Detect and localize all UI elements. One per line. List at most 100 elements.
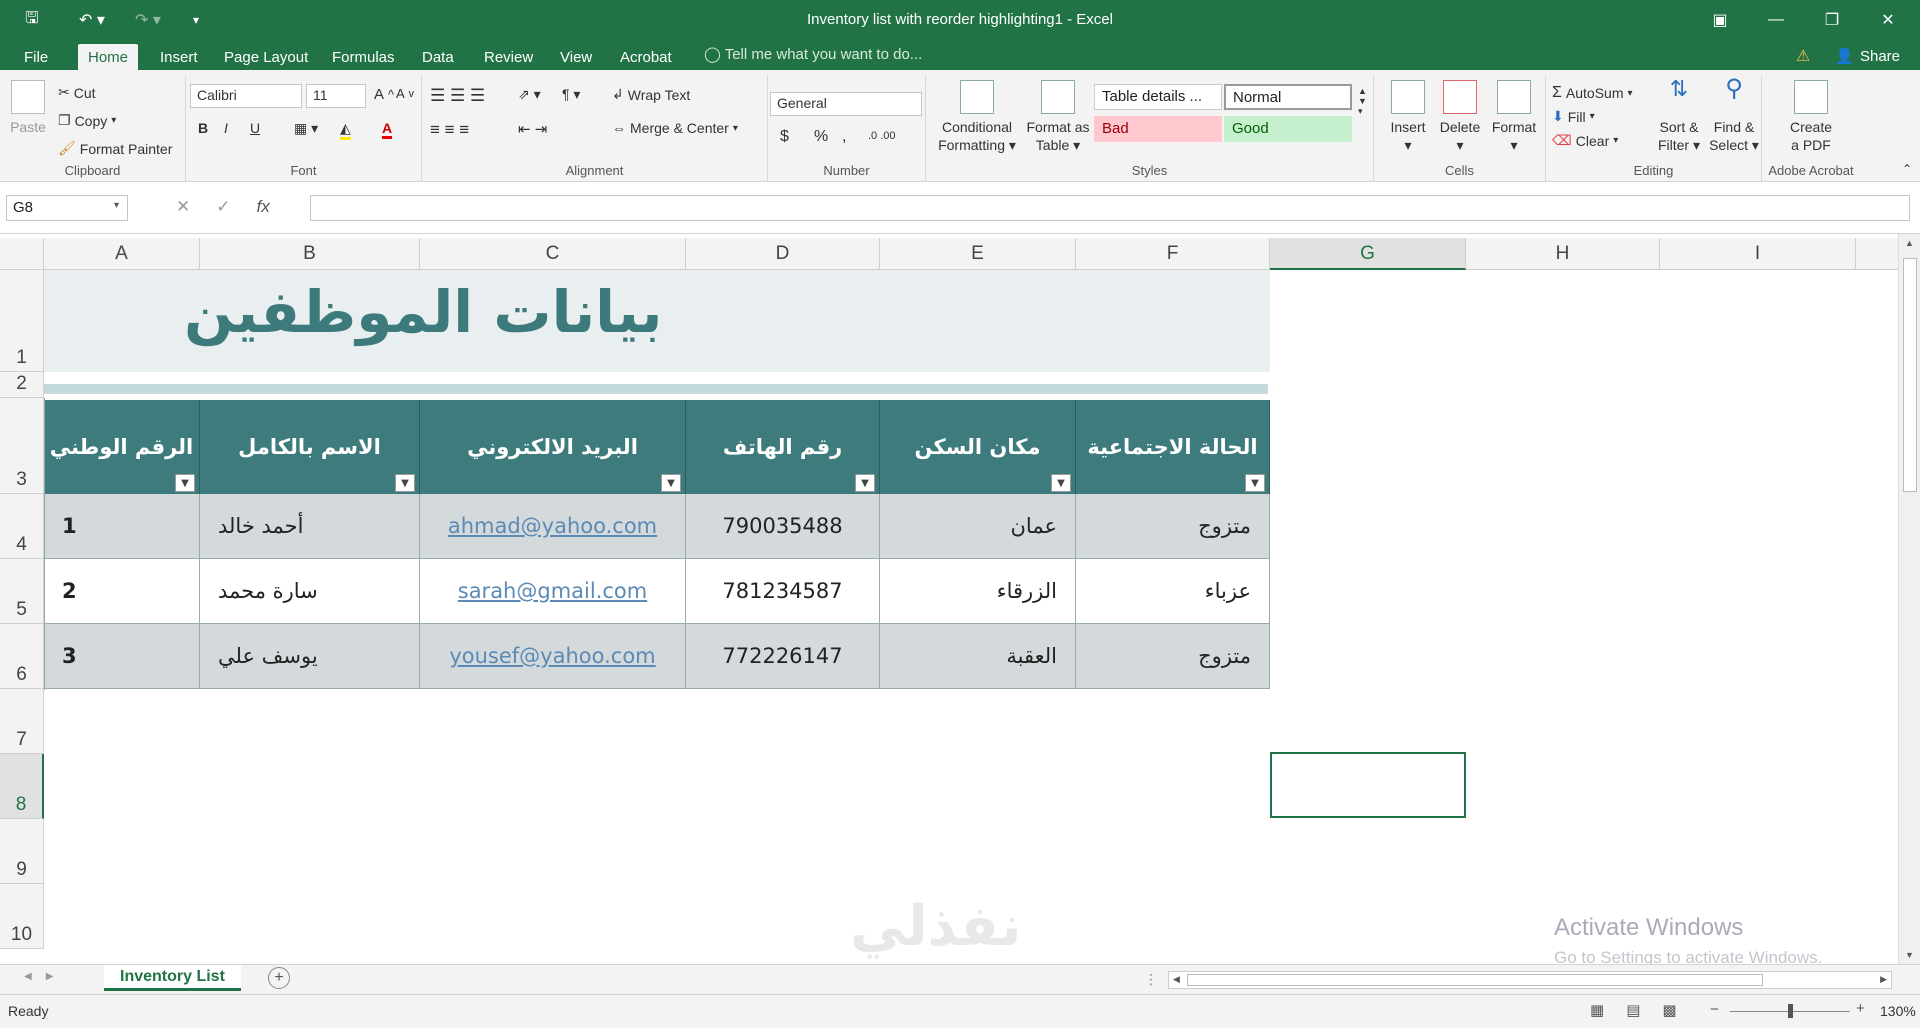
column-header-h[interactable]: H (1466, 238, 1660, 270)
cell-id[interactable]: 2 (44, 559, 200, 624)
style-bad[interactable]: Bad (1094, 116, 1222, 142)
page-layout-view-icon[interactable]: ▤ (1626, 1001, 1640, 1019)
tab-view[interactable]: View (550, 44, 602, 70)
collapse-ribbon-icon[interactable]: ⌃ (1902, 162, 1912, 176)
header-phone[interactable]: رقم الهاتف ▼ (686, 400, 880, 494)
cell-city[interactable]: العقبة (880, 624, 1076, 689)
bold-button[interactable]: B (198, 120, 208, 136)
column-header-a[interactable]: A (44, 238, 200, 270)
format-as-table-button[interactable]: Format as Table ▾ (1020, 80, 1096, 154)
tab-insert[interactable]: Insert (150, 44, 208, 70)
tell-me-box[interactable]: ◯ Tell me what you want to do... (704, 45, 922, 63)
select-all-corner[interactable] (0, 238, 44, 270)
find-select-button[interactable]: ⚲ Find & Select ▾ (1706, 77, 1762, 154)
column-header-b[interactable]: B (200, 238, 420, 270)
column-header-g[interactable]: G (1270, 238, 1466, 270)
horizontal-scrollbar[interactable]: ◀ ▶ (1168, 971, 1892, 989)
tab-page-layout[interactable]: Page Layout (214, 44, 318, 70)
enter-icon[interactable]: ✓ (216, 197, 230, 217)
percent-button[interactable]: % (814, 128, 828, 146)
cell-phone[interactable]: 772226147 (686, 624, 880, 689)
cell-id[interactable]: 3 (44, 624, 200, 689)
minimize-button[interactable]: — (1748, 0, 1804, 40)
scroll-right-icon[interactable]: ▶ (1880, 974, 1887, 985)
row-header-9[interactable]: 9 (0, 819, 44, 884)
horizontal-scroll-thumb[interactable] (1187, 974, 1763, 986)
format-painter-button[interactable]: 🖌 Format Painter (58, 140, 172, 157)
filter-dropdown-icon[interactable]: ▼ (855, 474, 875, 492)
tab-formulas[interactable]: Formulas (322, 44, 405, 70)
font-name-combo[interactable]: Calibri (190, 84, 302, 108)
cell-phone[interactable]: 790035488 (686, 494, 880, 559)
autosum-button[interactable]: Σ AutoSum ▾ (1552, 84, 1633, 102)
warning-icon[interactable]: ⚠ (1796, 46, 1810, 66)
vertical-scrollbar[interactable]: ▲ ▼ (1898, 234, 1920, 964)
cell-email[interactable]: sarah@gmail.com (420, 559, 686, 624)
row-header-4[interactable]: 4 (0, 494, 44, 559)
cut-button[interactable]: ✂ Cut (58, 84, 96, 101)
row-header-3[interactable]: 3 (0, 398, 44, 494)
style-table-details[interactable]: Table details ... (1094, 84, 1222, 110)
cell-id[interactable]: 1 (44, 494, 200, 559)
vertical-scroll-thumb[interactable] (1903, 258, 1917, 492)
font-color-icon[interactable]: A (382, 120, 393, 139)
header-residence[interactable]: مكان السكن ▼ (880, 400, 1076, 494)
email-link[interactable]: sarah@gmail.com (458, 579, 647, 603)
row-header-5[interactable]: 5 (0, 559, 44, 624)
cell-phone[interactable]: 781234587 (686, 559, 880, 624)
filter-dropdown-icon[interactable]: ▼ (395, 474, 415, 492)
selected-cell-g8[interactable] (1270, 752, 1466, 818)
style-good[interactable]: Good (1224, 116, 1352, 142)
email-link[interactable]: ahmad@yahoo.com (448, 514, 657, 538)
insert-cells-button[interactable]: Insert ▾ (1384, 80, 1432, 154)
vertical-align-icons[interactable]: ☰ ☰ ☰ (430, 86, 485, 106)
comma-button[interactable]: , (842, 128, 846, 146)
filter-dropdown-icon[interactable]: ▼ (661, 474, 681, 492)
paste-button[interactable]: Paste (6, 80, 50, 136)
create-pdf-button[interactable]: Create a PDF (1770, 80, 1852, 154)
zoom-in-icon[interactable]: + (1856, 1000, 1865, 1017)
cell-status[interactable]: متزوج (1076, 624, 1270, 689)
share-button[interactable]: 👤 Share (1835, 44, 1900, 68)
formula-input[interactable] (310, 195, 1910, 221)
zoom-slider-thumb[interactable] (1788, 1004, 1793, 1018)
header-full-name[interactable]: الاسم بالكامل ▼ (200, 400, 420, 494)
rtl-icon[interactable]: ¶ ▾ (562, 86, 580, 103)
normal-view-icon[interactable]: ▦ (1590, 1001, 1604, 1019)
row-header-2[interactable]: 2 (0, 372, 44, 398)
zoom-level[interactable]: 130% (1880, 1003, 1916, 1019)
orientation-icon[interactable]: ⇗ ▾ (518, 86, 541, 103)
fill-button[interactable]: ⬇ Fill ▾ (1552, 108, 1595, 125)
wrap-text-button[interactable]: ↲ Wrap Text (612, 86, 690, 103)
cell-name[interactable]: يوسف علي (200, 624, 420, 689)
scroll-left-icon[interactable]: ◀ (1173, 974, 1180, 985)
sort-filter-button[interactable]: ⇅ Sort & Filter ▾ (1654, 78, 1704, 154)
filter-dropdown-icon[interactable]: ▼ (175, 474, 195, 492)
underline-button[interactable]: U (250, 120, 260, 136)
split-handle-icon[interactable]: ⋮ (1144, 971, 1158, 988)
filter-dropdown-icon[interactable]: ▼ (1051, 474, 1071, 492)
scroll-up-icon[interactable]: ▲ (1905, 238, 1914, 248)
row-header-1[interactable]: 1 (0, 270, 44, 372)
close-button[interactable]: ✕ (1860, 0, 1916, 40)
increase-font-icon[interactable]: A ^ (374, 86, 394, 103)
tab-home[interactable]: Home (78, 44, 139, 70)
add-sheet-icon[interactable]: + (268, 967, 290, 989)
conditional-formatting-button[interactable]: Conditional Formatting ▾ (934, 80, 1020, 154)
header-marital-status[interactable]: الحالة الاجتماعية ▼ (1076, 400, 1270, 494)
zoom-out-icon[interactable]: − (1710, 1001, 1719, 1018)
styles-scroll-icon[interactable]: ▲ ▼ ▾ (1358, 86, 1367, 117)
decimal-icons[interactable]: .0 .00 (868, 130, 896, 142)
cell-name[interactable]: سارة محمد (200, 559, 420, 624)
currency-button[interactable]: $ (780, 128, 789, 146)
column-header-f[interactable]: F (1076, 238, 1270, 270)
cell-name[interactable]: أحمد خالد (200, 494, 420, 559)
tab-data[interactable]: Data (412, 44, 464, 70)
scroll-down-icon[interactable]: ▼ (1905, 950, 1914, 960)
ribbon-display-icon[interactable]: ▣ (1692, 0, 1748, 40)
row-header-7[interactable]: 7 (0, 689, 44, 754)
cell-city[interactable]: عمان (880, 494, 1076, 559)
cell-city[interactable]: الزرقاء (880, 559, 1076, 624)
cell-status[interactable]: عزباء (1076, 559, 1270, 624)
decrease-font-icon[interactable]: Av (396, 86, 414, 101)
